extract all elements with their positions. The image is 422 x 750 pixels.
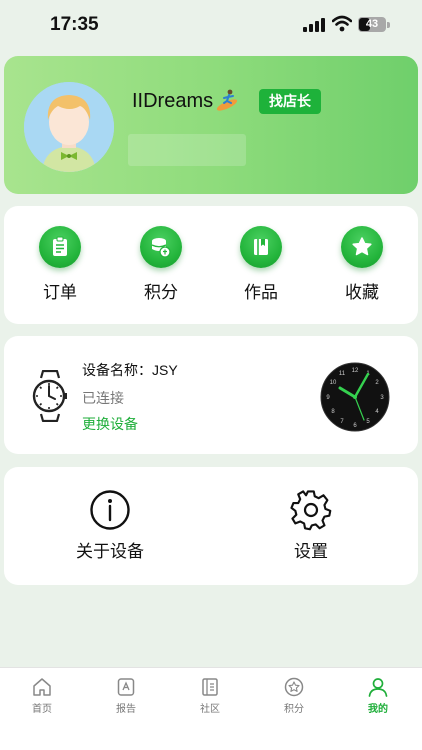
- svg-text:11: 11: [339, 371, 346, 377]
- clipboard-icon: [39, 226, 81, 268]
- settings-item[interactable]: 设置: [256, 489, 366, 562]
- tab-home-label: 首页: [32, 704, 52, 715]
- profile-icon: [368, 678, 388, 697]
- about-device-label: 关于设备: [76, 542, 144, 561]
- avatar-boy-icon[interactable]: [24, 82, 114, 172]
- watch-icon: [32, 370, 67, 422]
- device-card: 设备名称：JSY 已连接 更换设备 1212 345 678 91011: [4, 336, 418, 454]
- surfer-icon: [216, 89, 238, 111]
- tab-home[interactable]: 首页: [12, 676, 72, 715]
- quick-actions-card: 订单 积分 作品 收藏: [4, 206, 418, 324]
- tab-points[interactable]: 积分: [264, 676, 324, 715]
- device-status: 已连接: [82, 390, 124, 406]
- device-name: 设备名称：JSY: [82, 360, 178, 380]
- star-icon: [341, 226, 383, 268]
- gear-icon: [290, 490, 332, 531]
- coins-icon: [140, 226, 182, 268]
- battery-level: 43: [365, 18, 379, 30]
- battery-icon: 43: [358, 17, 386, 32]
- change-device-link[interactable]: 更换设备: [82, 414, 138, 434]
- book-icon: [240, 226, 282, 268]
- settings-card: 关于设备 设置: [4, 467, 418, 585]
- report-icon: [117, 678, 135, 696]
- tab-community[interactable]: 社区: [180, 676, 240, 715]
- tab-bar: 首页 报告 社区 积分 我的: [0, 667, 422, 750]
- orders-item[interactable]: 订单: [20, 226, 100, 303]
- favorites-label: 收藏: [345, 283, 379, 302]
- svg-text:12: 12: [352, 368, 359, 374]
- wifi-icon: [332, 15, 352, 32]
- status-time: 17:35: [50, 14, 99, 35]
- points-label: 积分: [144, 283, 178, 302]
- blurred-info: [128, 134, 246, 166]
- points-item[interactable]: 积分: [121, 226, 201, 303]
- device-name-label: 设备名称：: [82, 362, 152, 378]
- tab-report-label: 报告: [116, 704, 136, 715]
- about-device-item[interactable]: 关于设备: [55, 489, 165, 562]
- tab-points-label: 积分: [284, 704, 304, 715]
- username: IIDreams: [132, 90, 214, 112]
- info-icon: [90, 490, 130, 530]
- favorites-item[interactable]: 收藏: [322, 226, 402, 303]
- device-name-value: JSY: [152, 362, 178, 378]
- profile-card[interactable]: IIDreams 找店长: [4, 56, 418, 194]
- home-icon: [33, 678, 51, 696]
- community-icon: [202, 678, 218, 696]
- points-icon: [284, 677, 304, 697]
- tab-profile[interactable]: 我的: [348, 676, 408, 715]
- tab-profile-label: 我的: [368, 704, 388, 715]
- svg-text:10: 10: [330, 380, 337, 386]
- works-item[interactable]: 作品: [221, 226, 301, 303]
- find-manager-button[interactable]: 找店长: [259, 89, 321, 114]
- clock-face-icon: 1212 345 678 91011: [320, 362, 390, 432]
- tab-report[interactable]: 报告: [96, 676, 156, 715]
- works-label: 作品: [244, 283, 278, 302]
- status-bar: 17:35 43: [0, 0, 422, 50]
- tab-community-label: 社区: [200, 704, 220, 715]
- orders-label: 订单: [43, 283, 77, 302]
- settings-label: 设置: [294, 542, 328, 561]
- signal-icon: [303, 18, 327, 32]
